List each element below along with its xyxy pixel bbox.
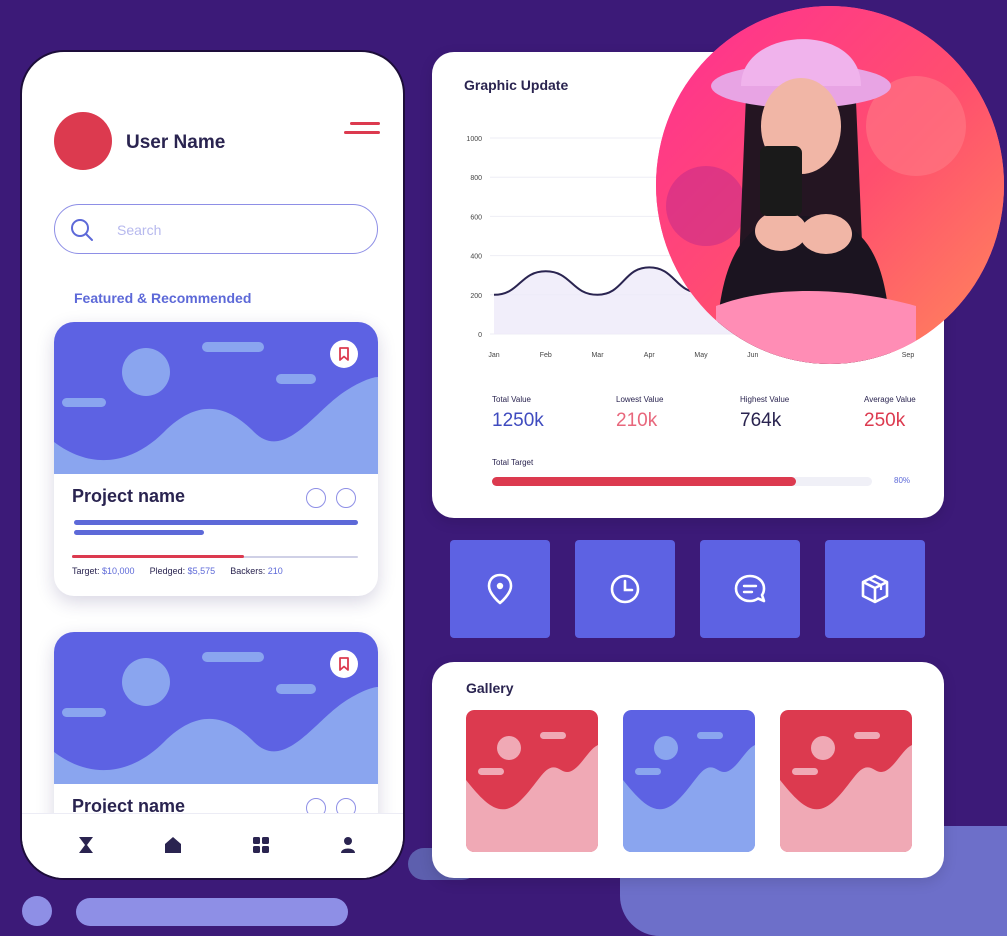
gallery-thumbnail[interactable] [623, 710, 755, 852]
stat-value: 764k [740, 410, 782, 431]
project-banner-image [54, 632, 378, 784]
backers-value: 210 [267, 566, 283, 576]
search-bar[interactable] [54, 204, 378, 254]
funding-progress [72, 555, 244, 558]
y-tick-label: 400 [470, 254, 482, 261]
description-line [74, 520, 358, 525]
pledged-label: Pledged: [149, 566, 186, 576]
x-tick-label: Sep [902, 352, 915, 359]
y-tick-label: 800 [470, 175, 482, 182]
bookmark-button[interactable] [330, 340, 358, 368]
hourglass-icon[interactable] [78, 836, 94, 854]
bookmark-icon [339, 657, 349, 671]
search-input[interactable] [115, 217, 319, 243]
box-icon [861, 574, 889, 604]
bottom-nav [22, 813, 403, 878]
y-tick-label: 1000 [466, 136, 482, 143]
stat-label: Average Value [864, 395, 916, 404]
backers-label: Backers: [230, 566, 266, 576]
grid-icon[interactable] [252, 836, 270, 854]
y-tick-label: 200 [470, 293, 482, 300]
stat-value: 1250k [492, 410, 544, 431]
bookmark-button[interactable] [330, 650, 358, 678]
project-card[interactable]: Project name Target: $10,000 Pledged: $5… [54, 322, 378, 596]
phone-mockup: User Name Featured & Recommended Project… [20, 50, 405, 880]
target-label: Target: [72, 566, 100, 576]
description-line [74, 530, 204, 535]
stat-label: Total Value [492, 395, 531, 404]
target-label: Total Target [492, 458, 534, 467]
x-tick-label: Jan [488, 352, 499, 359]
box-tile[interactable] [825, 540, 925, 638]
project-banner-image [54, 322, 378, 474]
pledged-value: $5,575 [187, 566, 216, 576]
x-tick-label: Mar [591, 352, 604, 359]
chat-icon [734, 574, 766, 603]
target-value: $10,000 [102, 566, 135, 576]
location-pin-icon [487, 573, 513, 605]
x-tick-label: Jun [747, 352, 758, 359]
y-tick-label: 600 [470, 214, 482, 221]
x-tick-label: Feb [540, 352, 552, 359]
like-icon[interactable] [306, 488, 326, 508]
share-icon[interactable] [336, 488, 356, 508]
card-stats: Target: $10,000 Pledged: $5,575 Backers:… [72, 566, 283, 576]
user-name: User Name [126, 132, 226, 153]
section-title: Featured & Recommended [74, 290, 252, 306]
x-tick-label: Apr [644, 352, 656, 359]
bookmark-icon [339, 347, 349, 361]
stat-value: 250k [864, 410, 906, 431]
clock-tile[interactable] [575, 540, 675, 638]
target-percent: 80% [894, 476, 911, 485]
avatar[interactable] [54, 112, 112, 170]
user-icon[interactable] [340, 836, 356, 854]
y-tick-label: 0 [478, 332, 482, 339]
x-tick-label: May [694, 352, 708, 359]
target-progress [492, 477, 796, 486]
clock-icon [610, 574, 640, 604]
stat-value: 210k [616, 410, 658, 431]
gallery-title: Gallery [466, 680, 514, 696]
gallery-thumbnail[interactable] [780, 710, 912, 852]
decor-dot [22, 896, 52, 926]
profile-photo [656, 6, 1004, 364]
stat-label: Highest Value [740, 395, 790, 404]
location-tile[interactable] [450, 540, 550, 638]
gallery-panel: Gallery [432, 662, 944, 878]
decor-pill [76, 898, 348, 926]
menu-icon[interactable] [344, 122, 380, 144]
search-icon [71, 219, 93, 241]
home-icon[interactable] [164, 836, 182, 854]
gallery-thumbnail[interactable] [466, 710, 598, 852]
chat-tile[interactable] [700, 540, 800, 638]
person-with-phone-image [656, 6, 1004, 364]
project-name: Project name [72, 486, 186, 506]
stat-label: Lowest Value [616, 395, 664, 404]
